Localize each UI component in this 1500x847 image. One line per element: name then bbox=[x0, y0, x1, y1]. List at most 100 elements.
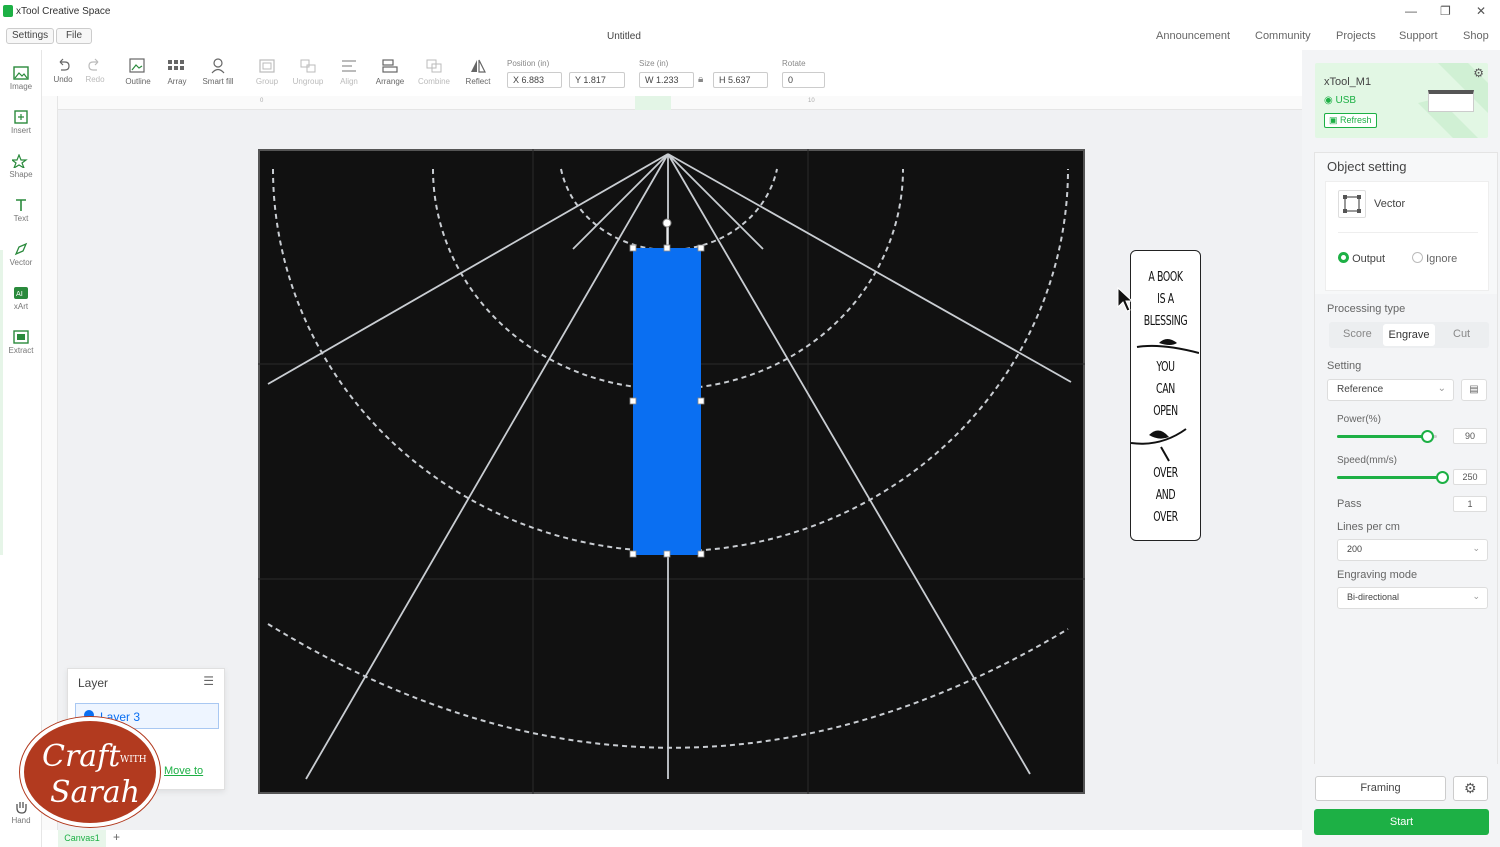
move-to-link[interactable]: Move to bbox=[164, 765, 203, 777]
canvas-tab[interactable]: Canvas1 bbox=[58, 830, 106, 847]
file-menu-button[interactable]: File bbox=[56, 28, 92, 44]
ungroup-button[interactable]: Ungroup bbox=[290, 58, 326, 86]
document-title: Untitled bbox=[607, 31, 641, 42]
minimize-icon[interactable]: — bbox=[1405, 4, 1417, 18]
title-bar: xTool Creative Space — ❐ ✕ bbox=[0, 0, 1500, 24]
refresh-button[interactable]: ▣ Refresh bbox=[1324, 113, 1377, 128]
setting-select[interactable]: Reference ⌄ bbox=[1327, 379, 1454, 401]
vector-type-thumb bbox=[1338, 190, 1366, 218]
layer-options-icon[interactable]: ☰ bbox=[203, 674, 214, 688]
rotate-label: Rotate bbox=[782, 59, 806, 68]
laser-bed-camera-image bbox=[258, 149, 1085, 794]
ignore-radio[interactable]: Ignore bbox=[1412, 252, 1457, 265]
save-setting-icon[interactable]: ▤ bbox=[1461, 379, 1487, 401]
nav-support[interactable]: Support bbox=[1399, 30, 1438, 42]
edit-toolbar: Undo Redo Outline Array Smart fill Group… bbox=[42, 50, 1302, 96]
undo-icon bbox=[59, 58, 70, 71]
settings-menu-button[interactable]: Settings bbox=[6, 28, 55, 44]
array-button[interactable]: Array bbox=[164, 58, 190, 86]
combine-button[interactable]: Combine bbox=[416, 58, 452, 86]
group-icon bbox=[259, 59, 275, 73]
nav-projects[interactable]: Projects bbox=[1336, 30, 1376, 42]
add-canvas-icon[interactable]: + bbox=[113, 830, 120, 844]
selection-handles[interactable] bbox=[626, 209, 708, 564]
speed-slider-knob[interactable] bbox=[1436, 471, 1449, 484]
bookmark-line-9: OVER bbox=[1153, 510, 1178, 525]
align-button[interactable]: Align bbox=[336, 58, 362, 86]
device-settings-gear-icon[interactable]: ⚙ bbox=[1473, 66, 1484, 80]
chevron-down-icon: ⌄ bbox=[1472, 591, 1480, 601]
nav-announcement[interactable]: Announcement bbox=[1156, 30, 1230, 42]
usb-connection-status: ◉ USB bbox=[1324, 95, 1356, 106]
nav-shop[interactable]: Shop bbox=[1463, 30, 1489, 42]
vector-tool[interactable]: Vector bbox=[0, 232, 42, 276]
restore-icon[interactable]: ❐ bbox=[1440, 4, 1451, 18]
smart-fill-icon bbox=[211, 58, 225, 74]
shape-tool[interactable]: Shape bbox=[0, 144, 42, 188]
extract-tool[interactable]: Extract bbox=[0, 320, 42, 364]
framing-button[interactable]: Framing bbox=[1315, 776, 1446, 801]
connection-label: USB bbox=[1335, 95, 1357, 106]
ruler-top: 0 10 bbox=[58, 96, 1302, 110]
outline-icon bbox=[129, 58, 145, 73]
position-x-input[interactable]: X 6.883 bbox=[507, 72, 562, 88]
rotate-input[interactable]: 0 bbox=[782, 72, 825, 88]
arrange-icon bbox=[382, 59, 398, 73]
insert-tool[interactable]: Insert bbox=[0, 100, 42, 144]
position-y-input[interactable]: Y 1.817 bbox=[569, 72, 625, 88]
vector-square-icon bbox=[1343, 195, 1361, 213]
power-label: Power(%) bbox=[1337, 414, 1381, 425]
device-card[interactable]: xTool_M1 ◉ USB ▣ Refresh ⚙ bbox=[1315, 63, 1488, 138]
power-slider[interactable] bbox=[1337, 430, 1437, 443]
power-slider-knob[interactable] bbox=[1421, 430, 1434, 443]
lines-per-cm-select[interactable]: 200 ⌄ bbox=[1337, 539, 1488, 561]
speed-label: Speed(mm/s) bbox=[1337, 455, 1398, 466]
speed-slider[interactable] bbox=[1337, 471, 1449, 484]
reflect-button[interactable]: Reflect bbox=[462, 58, 494, 86]
refresh-icon: ▣ bbox=[1329, 115, 1338, 125]
undo-button[interactable]: Undo bbox=[52, 58, 74, 84]
radio-unchecked-icon bbox=[1412, 252, 1423, 263]
xart-tool[interactable]: AI xArt bbox=[0, 276, 42, 320]
job-settings-button[interactable]: ⚙ bbox=[1453, 776, 1488, 801]
engraving-mode-select[interactable]: Bi-directional ⌄ bbox=[1337, 587, 1488, 609]
setting-label: Setting bbox=[1327, 360, 1362, 372]
laser-machine-image bbox=[1428, 90, 1474, 112]
processing-engrave-tab[interactable]: Engrave bbox=[1383, 324, 1435, 346]
bookmark-line-1: A BOOK bbox=[1148, 270, 1183, 285]
layer-panel-title: Layer bbox=[78, 676, 109, 690]
logo-line-3: Sarah bbox=[50, 775, 140, 810]
text-icon bbox=[16, 199, 26, 211]
image-tool[interactable]: Image bbox=[0, 56, 42, 100]
speed-input[interactable]: 250 bbox=[1453, 469, 1487, 485]
lock-ratio-icon[interactable]: 🔒︎ bbox=[698, 74, 703, 85]
group-label: Group bbox=[255, 77, 279, 86]
hand-tool-label: Hand bbox=[11, 816, 31, 825]
menu-bar: Settings File Untitled Announcement Comm… bbox=[0, 24, 1500, 48]
extract-tool-label: Extract bbox=[8, 346, 34, 355]
outline-button[interactable]: Outline bbox=[122, 58, 154, 86]
pass-input[interactable]: 1 bbox=[1453, 496, 1487, 512]
start-button[interactable]: Start bbox=[1314, 809, 1489, 835]
xart-icon: AI bbox=[14, 287, 28, 299]
size-w-input[interactable]: W 1.233 bbox=[639, 72, 694, 88]
smart-fill-button[interactable]: Smart fill bbox=[200, 58, 236, 86]
size-h-input[interactable]: H 5.637 bbox=[713, 72, 768, 88]
power-input[interactable]: 90 bbox=[1453, 428, 1487, 444]
bookmark-line-8: AND bbox=[1155, 488, 1176, 503]
bookmark-design[interactable]: A BOOK IS A BLESSING YOU CAN OPEN OVER A… bbox=[1130, 250, 1201, 541]
redo-button[interactable]: Redo bbox=[84, 58, 106, 84]
ruler-tick-0: 0 bbox=[260, 98, 264, 104]
output-radio[interactable]: Output bbox=[1338, 252, 1385, 265]
arrange-button[interactable]: Arrange bbox=[372, 58, 408, 86]
processing-score-tab[interactable]: Score bbox=[1343, 328, 1372, 340]
ruler-left bbox=[42, 96, 58, 830]
text-tool[interactable]: Text bbox=[0, 188, 42, 232]
close-icon[interactable]: ✕ bbox=[1476, 4, 1486, 18]
processing-cut-tab[interactable]: Cut bbox=[1453, 328, 1470, 340]
logo-line-1: Craft bbox=[42, 739, 121, 774]
group-button[interactable]: Group bbox=[254, 58, 280, 86]
nav-community[interactable]: Community bbox=[1255, 30, 1311, 42]
outline-label: Outline bbox=[125, 77, 151, 86]
arrange-label: Arrange bbox=[375, 77, 405, 86]
